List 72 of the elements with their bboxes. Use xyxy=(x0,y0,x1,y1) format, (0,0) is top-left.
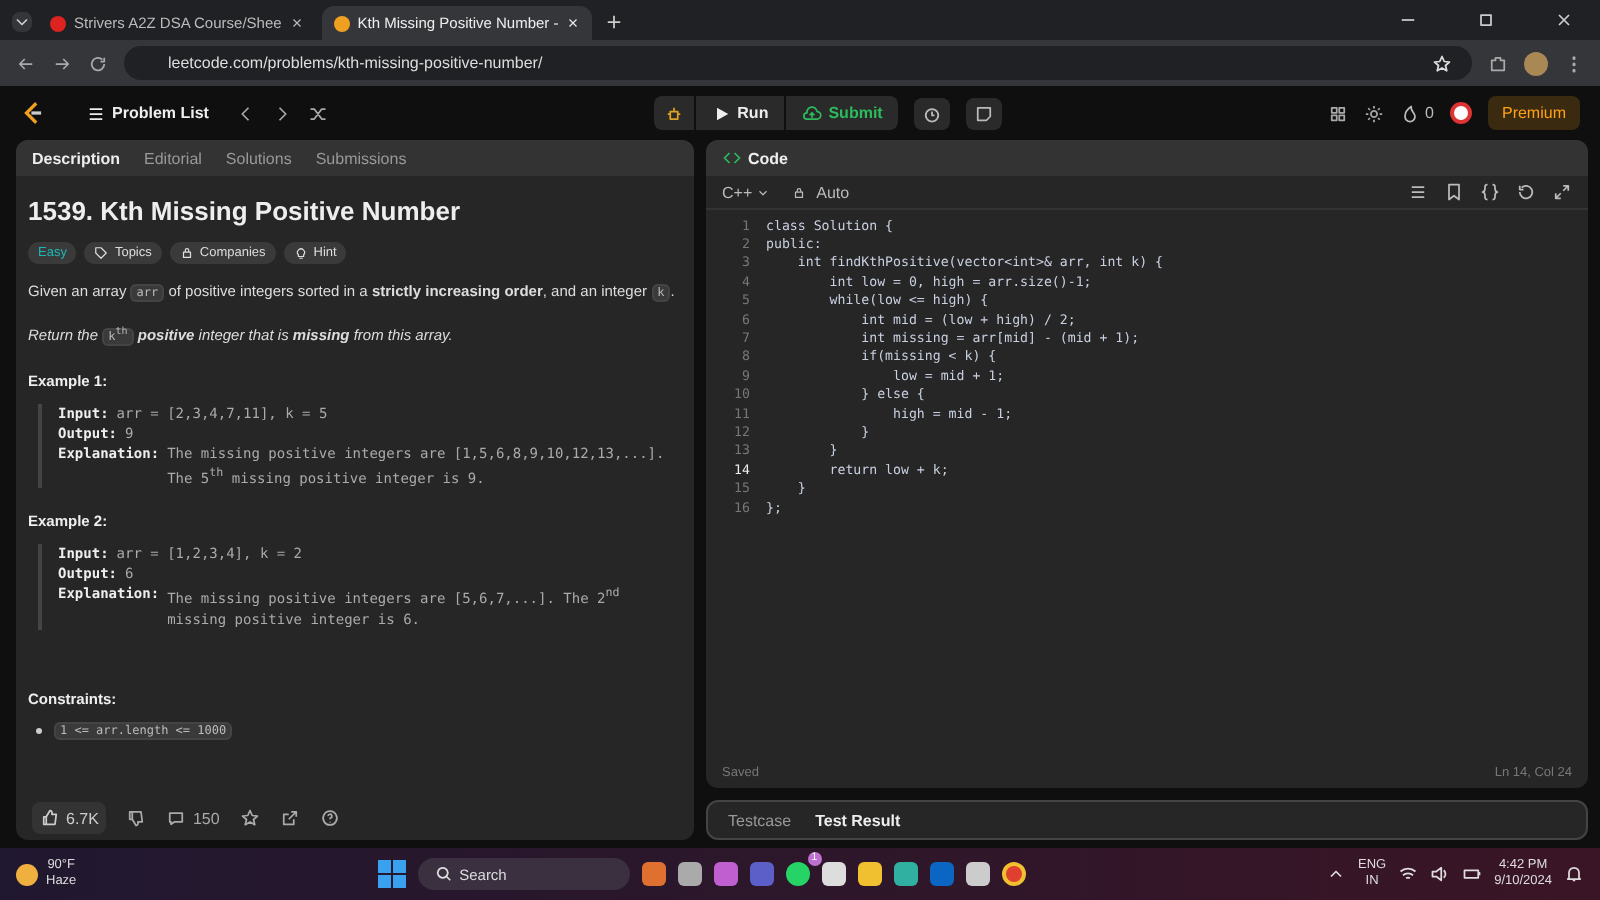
debug-button[interactable] xyxy=(653,96,694,130)
reset-icon[interactable] xyxy=(1516,182,1536,202)
close-icon[interactable] xyxy=(289,16,304,30)
expand-icon[interactable] xyxy=(1552,182,1572,202)
avatar-icon[interactable] xyxy=(1449,102,1472,124)
play-icon xyxy=(711,103,732,123)
code-icon xyxy=(722,148,742,168)
panel-tab[interactable]: Solutions xyxy=(225,149,292,167)
premium-button[interactable]: Premium xyxy=(1487,96,1580,130)
star-icon[interactable] xyxy=(239,808,260,828)
app-icon[interactable] xyxy=(893,862,918,886)
upload-cloud-icon xyxy=(802,103,823,123)
braces-icon[interactable] xyxy=(1480,182,1500,202)
chat-app-icon[interactable] xyxy=(785,862,810,886)
note-icon xyxy=(974,103,995,123)
volume-icon[interactable] xyxy=(1430,864,1451,884)
result-tab[interactable]: Testcase xyxy=(728,811,792,829)
format-icon[interactable] xyxy=(1408,182,1428,202)
close-icon[interactable] xyxy=(1554,10,1574,30)
tab-list-icon[interactable] xyxy=(12,12,32,32)
battery-icon[interactable] xyxy=(1462,864,1483,884)
tag-icon xyxy=(94,246,109,260)
address-bar[interactable]: leetcode.com/problems/kth-missing-positive-number/ xyxy=(124,46,1472,80)
result-tab[interactable]: Test Result xyxy=(815,811,901,829)
new-tab-icon[interactable] xyxy=(604,12,625,32)
app-icon[interactable] xyxy=(641,862,666,886)
help-icon[interactable] xyxy=(319,808,340,828)
list-icon xyxy=(86,103,106,123)
bell-icon[interactable] xyxy=(1564,864,1585,884)
start-icon[interactable] xyxy=(377,860,406,888)
panel-tab[interactable]: Description xyxy=(32,149,121,167)
bullet-icon xyxy=(36,727,42,734)
panel-tab[interactable]: Editorial xyxy=(144,149,202,167)
submit-button[interactable]: Submit xyxy=(786,96,899,130)
logo-icon[interactable] xyxy=(20,100,46,126)
panel-tab[interactable]: Submissions xyxy=(315,149,407,167)
language-dropdown[interactable]: C++ xyxy=(722,183,777,201)
weather-icon[interactable] xyxy=(16,863,38,885)
comment-icon xyxy=(166,808,187,828)
alarm-button[interactable] xyxy=(914,97,951,129)
like-button[interactable]: 6.7K xyxy=(32,802,107,834)
extensions-icon[interactable] xyxy=(1488,53,1508,73)
comments-button[interactable]: 150 xyxy=(166,808,220,828)
app-icon[interactable] xyxy=(677,862,702,886)
forward-icon[interactable] xyxy=(52,53,72,73)
code-tab[interactable]: Code xyxy=(722,148,788,168)
auto-mode-toggle[interactable]: Auto xyxy=(792,183,850,201)
layout-icon[interactable] xyxy=(1327,103,1348,123)
lock-icon xyxy=(792,185,807,199)
lightbulb-icon xyxy=(293,246,308,260)
maximize-icon[interactable] xyxy=(1476,10,1496,30)
problem-list-button[interactable]: Problem List xyxy=(74,101,221,125)
wifi-icon[interactable] xyxy=(1398,864,1419,884)
streak-counter[interactable]: 0 xyxy=(1399,103,1434,123)
search-icon xyxy=(433,864,454,884)
chevron-down-icon xyxy=(756,185,771,199)
share-icon[interactable] xyxy=(279,808,300,828)
shuffle-icon[interactable] xyxy=(308,103,329,123)
bug-icon xyxy=(663,103,684,123)
reload-icon[interactable] xyxy=(88,53,108,73)
back-icon[interactable] xyxy=(16,53,36,73)
alarm-icon xyxy=(922,103,943,123)
lock-icon xyxy=(179,246,194,260)
problem-title: 1539. Kth Missing Positive Number xyxy=(28,196,463,226)
app-icon[interactable] xyxy=(821,862,846,886)
thumbs-up-icon xyxy=(40,808,60,828)
settings-icon[interactable] xyxy=(1363,103,1384,123)
note-button[interactable] xyxy=(966,97,1003,129)
profile-avatar[interactable] xyxy=(1524,51,1548,75)
bookmark-icon[interactable] xyxy=(1444,182,1464,202)
dislike-icon[interactable] xyxy=(126,808,147,828)
run-button[interactable]: Run xyxy=(695,96,785,130)
